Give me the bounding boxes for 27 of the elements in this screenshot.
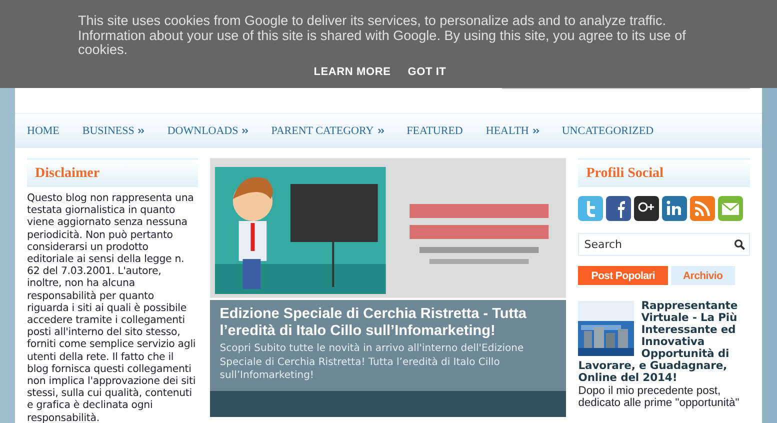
chevron-icon xyxy=(138,128,144,134)
post-title[interactable]: Rappresentante Virtuale - La Più Interessante ed Innovativa Opportunità di Lavorare, e Guadagnare, Online del 2014! xyxy=(578,300,750,384)
chevron-icon xyxy=(532,128,539,134)
post-excerpt: Dopo il mio precedente post, dedicato alle prime "opportunità" xyxy=(578,385,740,409)
disclaimer-text: Questo blog non rappresenta una testata giornalistica in quanto viene aggiornato senza nessuna periodicità. Non può pertanto considerarsi un prodotto editoriale ai sensi della legge n. 62 del 7.03.2001. L'autore, inoltre, non ha alcuna responsabilità per quanto riguarda i siti ai quali è possibile accedere tramite i collegamenti posti all'interno del sito stesso, forniti come semplice servizio agli utenti della rete. Il fatto che il blog fornisca questi collegamenti non implica l'approvazione dei siti stessi, sulla cui qualità, contenuti e grafica è declinata ogni responsabilità. xyxy=(27,193,197,423)
nav-item[interactable]: BUSINESS xyxy=(82,125,144,137)
rss-icon[interactable] xyxy=(690,196,716,221)
chevron-icon xyxy=(242,128,248,134)
slider-title[interactable]: Edizione Speciale di Cerchia Ristretta - Tutta l’eredità di Italo Cillo sull’Infomarketing! xyxy=(220,306,556,340)
nav-item[interactable]: DOWNLOADS xyxy=(167,125,248,137)
cookie-button[interactable]: LEARN MORE xyxy=(314,66,391,78)
nav-item[interactable]: FEATURED xyxy=(406,125,463,137)
search-field[interactable]: Search xyxy=(578,233,750,256)
cookie-text: This site uses cookies from Google to deliver its services, to personalize ads and to analyze traffic. Information about your use of this site is shared with Google. By using this site, you agree to its use of cookies. xyxy=(78,14,687,58)
tab[interactable]: Post Popolari xyxy=(578,266,668,285)
nav-item[interactable]: HOME xyxy=(27,125,60,137)
chevron-icon xyxy=(378,128,384,134)
search-icon xyxy=(734,239,745,250)
nav-item[interactable]: UNCATEGORIZED xyxy=(562,125,654,137)
social-icon[interactable] xyxy=(634,196,660,221)
widget-title: Profili Social xyxy=(586,166,664,182)
nav-item[interactable]: PARENT CATEGORY xyxy=(271,125,384,137)
nav-item[interactable]: HEALTH xyxy=(486,125,539,137)
widget-title: Disclaimer xyxy=(35,166,100,182)
social-icon[interactable] xyxy=(606,196,632,221)
cookie-button[interactable]: GOT IT xyxy=(408,66,446,78)
slider-text: Scopri Subito tutte le novità in arrivo all'interno dell'Edizione Speciale di Cerchia Ristretta! Tutta l’eredità di Italo Cillo sull’Infomarketing! xyxy=(220,342,525,382)
